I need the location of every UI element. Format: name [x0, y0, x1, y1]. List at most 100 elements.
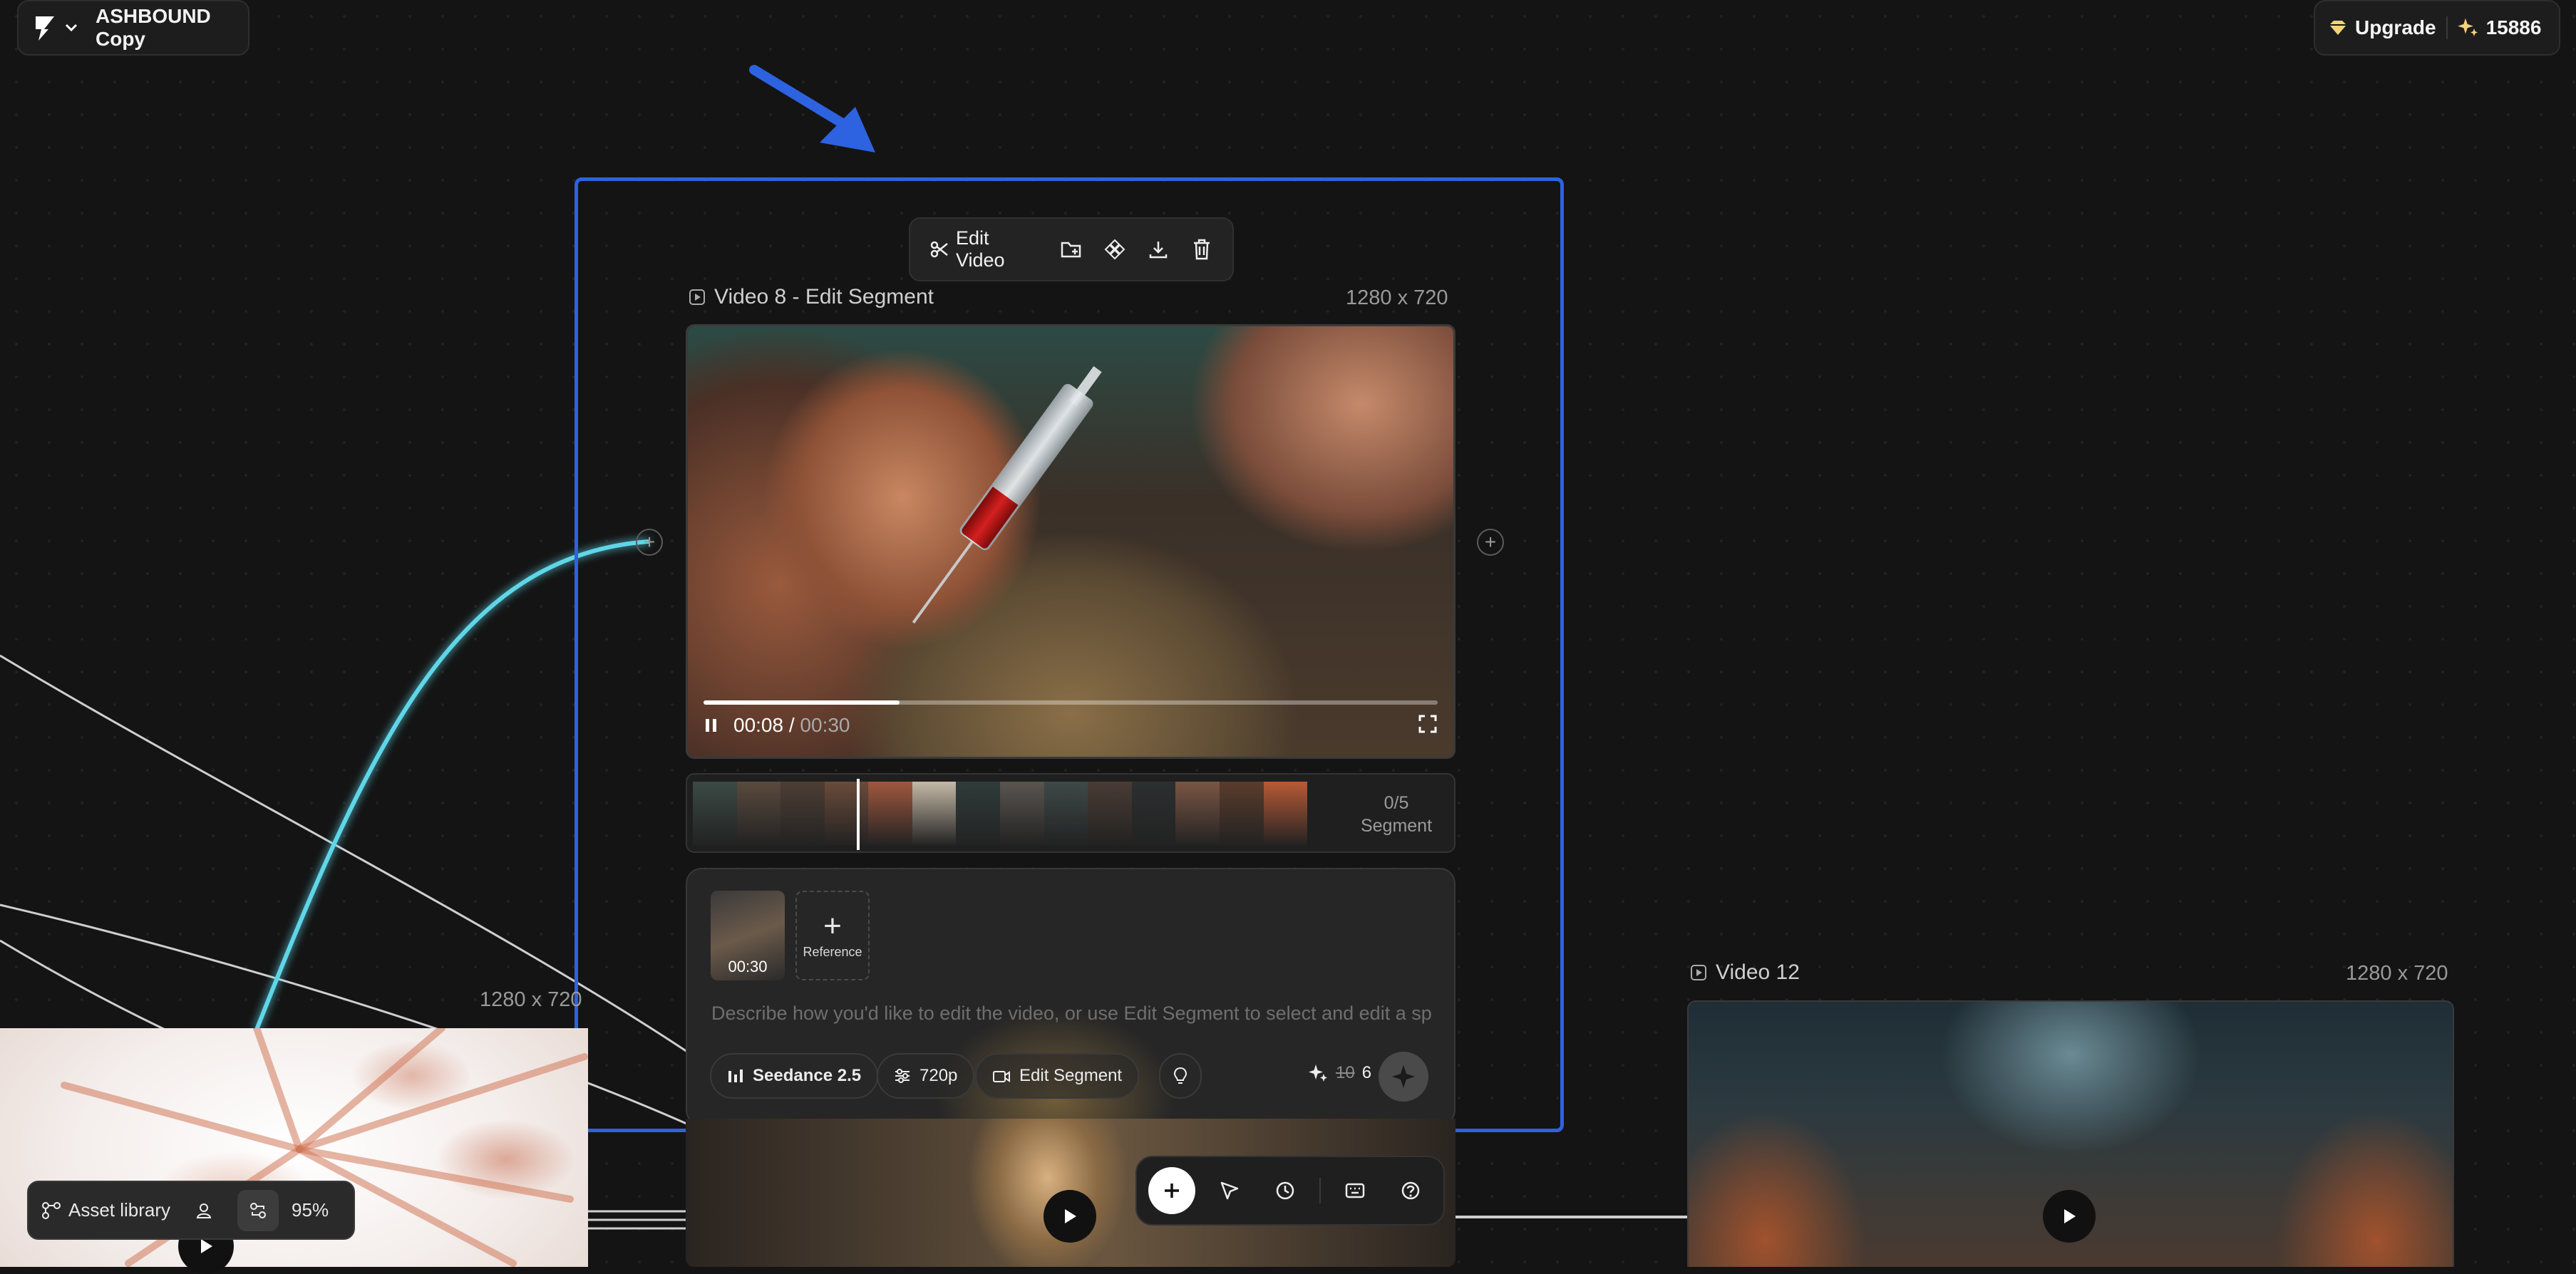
edit-video-button[interactable]: Edit Video: [930, 227, 1039, 271]
filmstrip-frame[interactable]: [868, 782, 912, 846]
filmstrip-frame[interactable]: [780, 782, 825, 846]
project-name: ASHBOUND Copy: [96, 5, 211, 50]
sparkle-icon: [1309, 1063, 1329, 1083]
edit-video-label: Edit Video: [956, 227, 1005, 271]
keyboard-icon[interactable]: [1334, 1169, 1376, 1212]
model-select[interactable]: Seedance 2.5: [710, 1053, 879, 1099]
reference-label: Reference: [803, 944, 862, 959]
annotation-arrow: [749, 65, 875, 152]
account-bar: Upgrade 15886: [2314, 0, 2560, 56]
credits-count: 15886: [2485, 16, 2542, 38]
upgrade-button[interactable]: Upgrade: [2328, 16, 2436, 39]
canvas-toolbar: [1135, 1156, 1445, 1226]
cost-original: 10: [1336, 1063, 1355, 1082]
video-frame: [688, 326, 1453, 757]
node-title[interactable]: Video 8 - Edit Segment: [689, 285, 934, 309]
sparkle-icon: [1392, 1065, 1415, 1088]
progress-bar[interactable]: [704, 700, 1438, 705]
edit-prompt-panel: 00:30 + Reference Seedance 2.5 720p Edit…: [686, 868, 1456, 1126]
lightbulb-icon: [1173, 1067, 1188, 1085]
nodes-icon: [41, 1201, 61, 1220]
video-player[interactable]: 00:08 / 00:30: [686, 324, 1456, 759]
filmstrip-frame[interactable]: [956, 782, 1001, 846]
credits-display[interactable]: 15886: [2457, 16, 2542, 39]
filmstrip-frame[interactable]: [1088, 782, 1132, 846]
history-icon[interactable]: [1264, 1169, 1307, 1212]
plus-icon: +: [823, 908, 842, 943]
sliders-icon: [894, 1068, 911, 1084]
connections-toggle-icon[interactable]: [237, 1189, 279, 1231]
divider: [2446, 16, 2448, 39]
node-dimensions: 1280 x 720: [1346, 286, 1448, 309]
trash-icon[interactable]: [1190, 238, 1212, 261]
cost-current: 6: [1361, 1063, 1372, 1082]
select-tool-icon[interactable]: [1208, 1169, 1251, 1212]
add-node-button[interactable]: [1148, 1167, 1195, 1214]
segment-filmstrip[interactable]: 0/5 Segment: [686, 773, 1456, 853]
pause-icon[interactable]: [704, 717, 719, 734]
filmstrip-frame[interactable]: [1131, 782, 1176, 846]
component-icon[interactable]: [1104, 238, 1126, 261]
time-current: 00:08: [733, 714, 784, 736]
edit-prompt-input[interactable]: [710, 1002, 1433, 1025]
video-edit-icon: [992, 1068, 1011, 1084]
video-file-icon: [1690, 964, 1707, 981]
asset-library-label: Asset library: [68, 1199, 171, 1221]
right-node-title[interactable]: Video 12: [1690, 960, 1800, 985]
filmstrip-frame[interactable]: [1000, 782, 1044, 846]
segment-count: 0/5: [1384, 793, 1409, 813]
diamond-icon: [2328, 19, 2348, 36]
right-play-button[interactable]: [2043, 1190, 2096, 1243]
time-separator: /: [783, 714, 800, 736]
filmstrip-frame[interactable]: [1219, 782, 1264, 846]
model-label: Seedance 2.5: [753, 1066, 862, 1085]
filmstrip-frame[interactable]: [736, 782, 781, 846]
play-icon: [1065, 1209, 1076, 1223]
left-node-dimensions: 1280 x 720: [480, 988, 582, 1011]
asset-library-bar: Asset library 95%: [27, 1181, 355, 1240]
resolution-select[interactable]: 720p: [877, 1053, 975, 1099]
right-node-title-text: Video 12: [1716, 960, 1800, 984]
node-title-text: Video 8 - Edit Segment: [714, 285, 934, 309]
resolution-label: 720p: [919, 1066, 958, 1085]
add-output-handle[interactable]: +: [1477, 529, 1504, 556]
project-menu[interactable]: ASHBOUND Copy: [17, 0, 249, 56]
progress-fill: [704, 700, 900, 705]
right-node-dimensions: 1280 x 720: [2346, 962, 2448, 985]
reference-thumb-time: 00:30: [728, 958, 768, 975]
filmstrip-frame[interactable]: [1263, 782, 1308, 846]
filmstrip-frame[interactable]: [1044, 782, 1088, 846]
folder-add-icon[interactable]: [1061, 238, 1083, 261]
syringe-graphic: [869, 346, 1129, 663]
download-icon[interactable]: [1147, 238, 1169, 261]
filmstrip-frame[interactable]: [693, 782, 737, 846]
time-total: 00:30: [800, 714, 850, 736]
play-icon: [2064, 1209, 2076, 1223]
add-reference-button[interactable]: + Reference: [795, 891, 870, 980]
scissors-icon: [930, 240, 949, 259]
video-file-icon: [689, 289, 706, 306]
node-toolbar: Edit Video: [909, 217, 1234, 281]
fullscreen-icon[interactable]: [1418, 714, 1438, 734]
asset-library-button[interactable]: Asset library: [41, 1199, 170, 1221]
mid-play-button[interactable]: [1044, 1190, 1096, 1243]
edit-segment-button[interactable]: Edit Segment: [975, 1053, 1140, 1099]
generate-button[interactable]: [1379, 1052, 1428, 1102]
filmstrip-frame[interactable]: [824, 782, 869, 846]
plus-icon: [1165, 1184, 1179, 1198]
characters-icon[interactable]: [183, 1190, 225, 1231]
chevron-down-icon: [64, 23, 78, 33]
prompt-ideas-button[interactable]: [1159, 1053, 1202, 1099]
zoom-level[interactable]: 95%: [292, 1199, 329, 1221]
add-input-handle[interactable]: +: [636, 529, 663, 556]
reference-thumbnail[interactable]: 00:30: [711, 891, 785, 980]
bar-chart-icon: [727, 1068, 744, 1084]
help-icon[interactable]: [1389, 1169, 1432, 1212]
segment-counter: 0/5 Segment: [1343, 792, 1450, 837]
filmstrip-frame[interactable]: [912, 782, 957, 846]
filmstrip-frame[interactable]: [1175, 782, 1220, 846]
filmstrip-playhead[interactable]: [857, 779, 860, 850]
sparkle-icon: [2457, 17, 2479, 38]
app-logo-icon: [33, 14, 57, 42]
filmstrip-frames: [693, 782, 1308, 846]
